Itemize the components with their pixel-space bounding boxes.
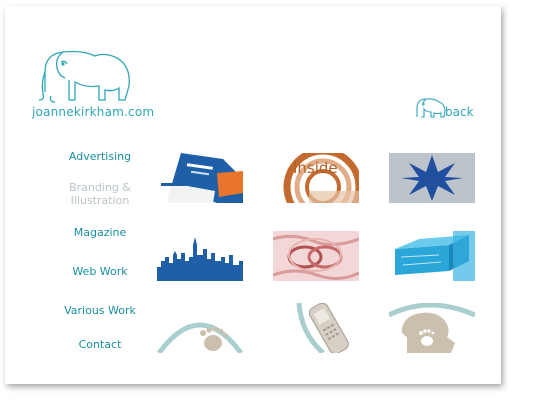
nav-magazine[interactable]: Magazine [35, 227, 165, 239]
thumbnail-footprint-arc[interactable] [157, 303, 243, 353]
thumbnail-rings[interactable] [273, 231, 359, 281]
elephant-icon [416, 98, 446, 118]
elephant-logo-icon[interactable] [35, 36, 135, 106]
thumbnail-inside[interactable]: Inside [273, 153, 359, 203]
thumbnail-phone[interactable] [273, 303, 359, 353]
thumbnail-star[interactable] [389, 153, 475, 203]
nav-contact[interactable]: Contact [35, 339, 165, 351]
site-name[interactable]: joannekirkham.com [32, 105, 154, 119]
back-label: back [445, 105, 474, 119]
nav-various-work[interactable]: Various Work [35, 305, 165, 317]
page-card: joannekirkham.com back Advertising Brand… [5, 6, 501, 384]
back-button[interactable]: back [413, 91, 483, 121]
thumbnail-blue-box[interactable] [389, 231, 475, 281]
nav-illustration[interactable]: Illustration [35, 195, 165, 207]
nav-advertising[interactable]: Advertising [35, 151, 165, 163]
thumbnail-inside-text: Inside [293, 159, 338, 177]
thumbnail-hendersons[interactable] [157, 153, 243, 203]
nav-branding[interactable]: Branding & [35, 182, 165, 194]
nav-web-work[interactable]: Web Work [35, 266, 165, 278]
thumbnail-head-footprint[interactable] [389, 303, 475, 353]
thumbnail-skyline[interactable] [157, 231, 243, 281]
